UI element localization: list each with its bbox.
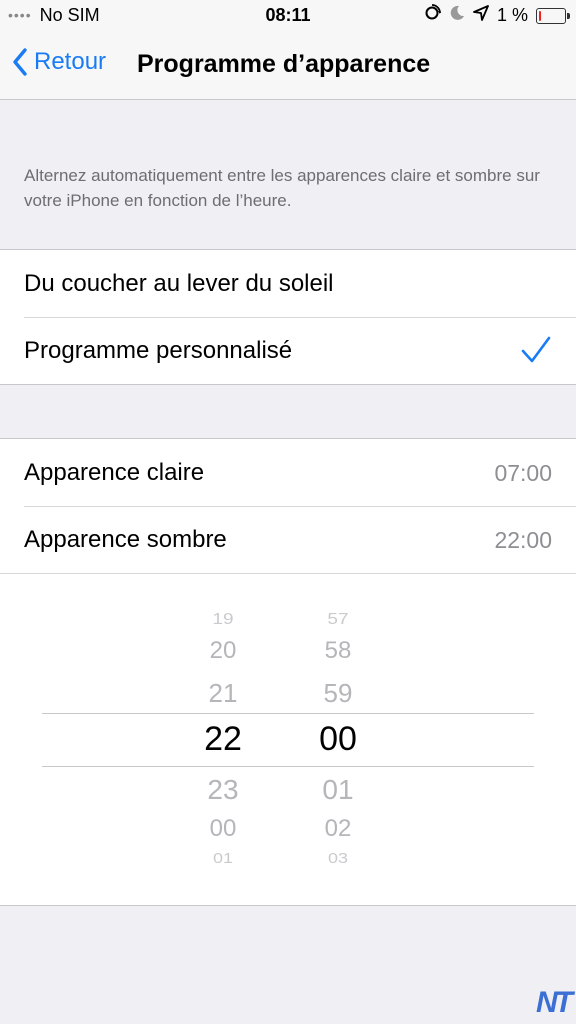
hour-value[interactable]: 22 <box>178 720 268 759</box>
dark-appearance-time: 22:00 <box>494 527 552 553</box>
back-label: Retour <box>34 48 107 75</box>
do-not-disturb-icon <box>449 5 465 26</box>
hour-value[interactable]: 20 <box>178 637 268 665</box>
minute-value[interactable]: 01 <box>293 774 383 806</box>
option-label: Du coucher au lever du soleil <box>24 270 334 297</box>
picker-selection-top-line <box>42 713 534 714</box>
watermark-logo: NT <box>536 986 573 1019</box>
option-custom-schedule[interactable]: Programme personnalisé <box>0 317 576 384</box>
battery-percent: 1 % <box>496 5 528 25</box>
minute-value[interactable]: 57 <box>293 611 383 629</box>
page-title: Programme d’apparence <box>137 50 431 78</box>
orientation-lock-icon <box>423 4 441 27</box>
minute-value[interactable]: 02 <box>293 815 383 843</box>
minute-value[interactable]: 58 <box>293 637 383 665</box>
navigation-bar: Retour Programme d’apparence <box>0 30 576 100</box>
option-label: Programme personnalisé <box>24 337 293 364</box>
minute-value[interactable]: 03 <box>293 850 383 868</box>
hour-value[interactable]: 01 <box>178 850 268 868</box>
time-picker[interactable]: 19 20 21 22 23 00 01 57 58 59 00 01 02 03 <box>0 573 576 906</box>
option-sunset-to-sunrise[interactable]: Du coucher au lever du soleil <box>0 250 576 317</box>
section-description: Alternez automatiquement entre les appar… <box>24 166 540 210</box>
status-right: 1 % <box>423 4 570 27</box>
light-appearance-label: Apparence claire <box>24 459 205 486</box>
dark-appearance-row[interactable]: Apparence sombre 22:00 <box>0 506 576 573</box>
light-appearance-row[interactable]: Apparence claire 07:00 <box>0 439 576 506</box>
dark-appearance-label: Apparence sombre <box>24 526 227 553</box>
hour-value[interactable]: 19 <box>178 611 268 629</box>
minute-value[interactable]: 00 <box>293 720 383 759</box>
hour-value[interactable]: 00 <box>178 815 268 843</box>
back-button[interactable]: Retour <box>12 48 106 76</box>
minute-value[interactable]: 59 <box>293 678 383 709</box>
battery-level <box>539 10 541 21</box>
times-group: Apparence claire 07:00 Apparence sombre … <box>0 438 576 573</box>
location-icon <box>473 5 489 26</box>
chevron-left-icon <box>13 48 27 76</box>
light-appearance-time: 07:00 <box>494 460 552 486</box>
checkmark-icon <box>520 335 552 370</box>
picker-selection-bottom-line <box>42 766 534 767</box>
hour-value[interactable]: 21 <box>178 678 268 709</box>
status-bar: •••• No SIM 08:11 1 % <box>0 0 576 30</box>
battery-icon <box>536 7 570 24</box>
hour-value[interactable]: 23 <box>178 774 268 806</box>
schedule-options-group: Du coucher au lever du soleil Programme … <box>0 249 576 385</box>
